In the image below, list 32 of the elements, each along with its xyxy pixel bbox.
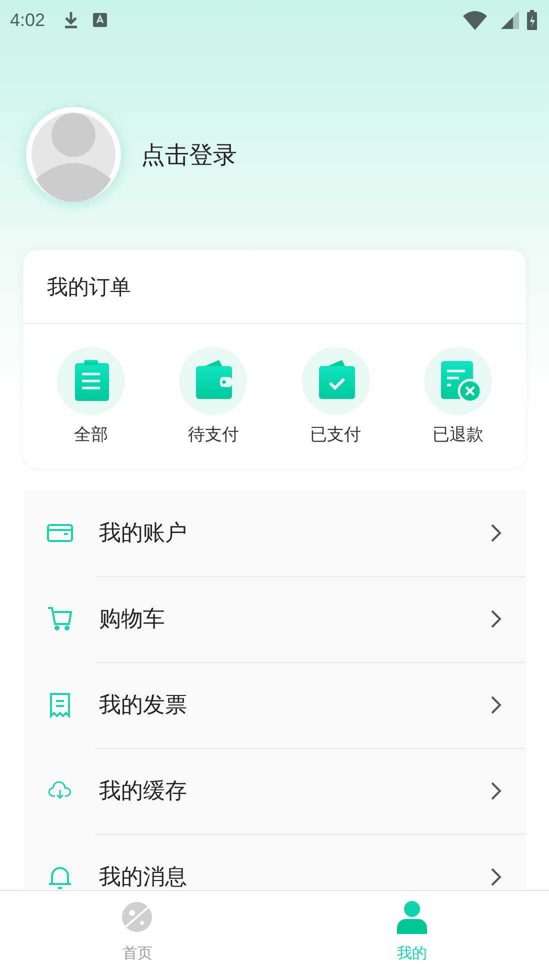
keyboard-icon — [93, 13, 108, 27]
order-label[interactable]: 全部 — [74, 423, 108, 446]
status-time: 4:02 — [10, 10, 46, 30]
bell-icon — [47, 864, 73, 890]
chevron-right-icon — [490, 867, 502, 887]
battery-icon — [527, 10, 537, 30]
wallet-check-icon[interactable] — [302, 347, 370, 415]
planet-icon — [120, 900, 154, 934]
order-label[interactable]: 待支付 — [188, 423, 239, 446]
wallet-icon[interactable] — [179, 347, 248, 415]
order-label[interactable]: 已退款 — [432, 423, 484, 446]
chevron-right-icon — [490, 781, 502, 801]
clipboard-icon[interactable] — [57, 347, 125, 415]
chevron-right-icon — [490, 523, 502, 543]
avatar-icon[interactable] — [26, 107, 121, 202]
menu-item[interactable]: 购物车 — [99, 604, 490, 634]
menu-item[interactable]: 我的缓存 — [99, 776, 490, 806]
receipt-icon — [47, 692, 73, 718]
menu-item[interactable]: 我的消息 — [99, 862, 490, 890]
order-label[interactable]: 已支付 — [310, 423, 362, 446]
download-icon — [63, 10, 80, 30]
orders-title: 我的订单 — [47, 274, 131, 300]
login-link[interactable]: 点击登录 — [141, 138, 237, 170]
wifi-icon — [463, 10, 487, 30]
cart-icon — [47, 606, 73, 632]
menu-item[interactable]: 我的发票 — [99, 690, 490, 720]
signal-icon — [501, 11, 519, 29]
chevron-right-icon — [490, 695, 502, 715]
document-cross-icon[interactable] — [424, 347, 492, 415]
chevron-right-icon — [490, 609, 502, 629]
person-icon — [396, 900, 428, 934]
menu-item[interactable]: 我的账户 — [99, 518, 490, 548]
